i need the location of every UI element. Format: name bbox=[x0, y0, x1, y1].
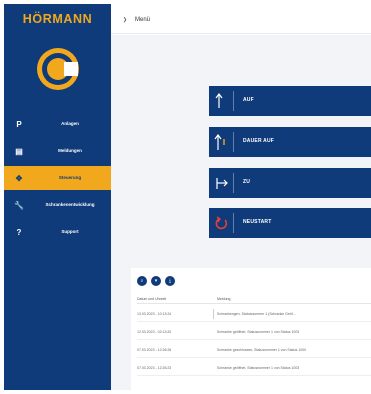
top-bar: ❯ Menü bbox=[111, 4, 371, 34]
separator bbox=[233, 213, 234, 233]
log-table-header: Datum und Uhrzeit Meldung bbox=[137, 296, 371, 304]
separator bbox=[233, 132, 234, 152]
separator bbox=[233, 173, 234, 193]
sidebar-item-anlagen[interactable]: P Anlagen bbox=[4, 112, 111, 136]
brand-logo-icon bbox=[36, 47, 80, 91]
open-button[interactable]: AUF bbox=[209, 86, 371, 116]
download-icon[interactable]: ⤓ bbox=[165, 276, 175, 286]
search-icon[interactable]: ⌕ bbox=[137, 276, 147, 286]
sidebar-item-label: Anlagen bbox=[61, 121, 79, 126]
brand-logo-text: HÖRMANN bbox=[22, 12, 93, 26]
control-label: ZU bbox=[243, 179, 251, 185]
permanent-open-icon bbox=[213, 131, 231, 153]
row-date: 13.03.2023 - 10:13:24 bbox=[137, 312, 172, 316]
row-divider bbox=[213, 309, 214, 319]
control-label: AUF bbox=[243, 97, 254, 103]
parking-p-icon: P bbox=[16, 119, 22, 129]
sidebar-item-label: Steuerung bbox=[58, 175, 82, 180]
separator bbox=[233, 91, 234, 111]
control-label: NEUSTART bbox=[243, 219, 272, 225]
sidebar-item-support[interactable]: ? Support bbox=[4, 220, 111, 244]
sidebar-nav: P Anlagen ▤ Meldungen ✥ Steuerung 🔧 Schr… bbox=[4, 112, 111, 247]
column-header-message: Meldung bbox=[217, 297, 231, 301]
filter-icon[interactable]: ▾ bbox=[151, 276, 161, 286]
column-header-date: Datum und Uhrzeit bbox=[137, 297, 167, 301]
sidebar-item-label: Schrankenentwicklung bbox=[45, 202, 95, 207]
menu-label[interactable]: Menü bbox=[135, 17, 150, 23]
close-button[interactable]: ZU bbox=[209, 168, 371, 198]
permanent-open-button[interactable]: DAUER AUF bbox=[209, 127, 371, 157]
menu-toggle-icon[interactable]: ❯ bbox=[121, 16, 129, 24]
wrench-icon: 🔧 bbox=[14, 200, 24, 210]
open-arrow-icon bbox=[213, 90, 231, 112]
restart-icon bbox=[213, 212, 231, 234]
sidebar-item-schrankenentwicklung[interactable]: 🔧 Schrankenentwicklung bbox=[4, 193, 111, 217]
sidebar-item-label: Support bbox=[61, 229, 79, 234]
event-log-panel: ⌕ ▾ ⤓ Datum und Uhrzeit Meldung 13.03.20… bbox=[131, 268, 371, 390]
support-icon: ? bbox=[16, 227, 22, 237]
table-row: 12.03.2023 - 02:13:20 Schranke geöffnet,… bbox=[137, 324, 371, 340]
row-message: Schrankengen. Statusnummer 1 (Schranke G… bbox=[217, 312, 296, 316]
control-label: DAUER AUF bbox=[243, 138, 275, 144]
sidebar-item-steuerung[interactable]: ✥ Steuerung bbox=[4, 166, 111, 190]
close-arrow-icon bbox=[213, 172, 231, 194]
table-row: 07.03.2023 - 12:26:23 Schranke geöffnet,… bbox=[137, 360, 371, 376]
log-toolbar: ⌕ ▾ ⤓ bbox=[137, 276, 175, 286]
list-icon: ▤ bbox=[15, 146, 23, 156]
row-message: Schranke geöffnet, Statusnummer 1 von St… bbox=[217, 366, 300, 370]
sidebar-item-meldungen[interactable]: ▤ Meldungen bbox=[4, 139, 111, 163]
row-message: Schranke geöffnet, Statusnummer 1 von St… bbox=[217, 330, 300, 334]
restart-button[interactable]: NEUSTART bbox=[209, 208, 371, 238]
sidebar-item-label: Meldungen bbox=[58, 148, 82, 153]
row-date: 07.03.2023 - 12:26:26 bbox=[137, 348, 172, 352]
sidebar: HÖRMANN P Anlagen ▤ Meldungen ✥ Steuerun… bbox=[4, 4, 111, 390]
table-row: 13.03.2023 - 10:13:24 Schrankengen. Stat… bbox=[137, 306, 371, 322]
table-row: 07.03.2023 - 12:26:26 Schranke geschloss… bbox=[137, 342, 371, 358]
row-date: 07.03.2023 - 12:26:23 bbox=[137, 366, 172, 370]
row-message: Schranke geschlossen, Statusnummer 1 von… bbox=[217, 348, 307, 352]
control-cross-icon: ✥ bbox=[15, 173, 23, 183]
row-date: 12.03.2023 - 02:13:20 bbox=[137, 330, 172, 334]
